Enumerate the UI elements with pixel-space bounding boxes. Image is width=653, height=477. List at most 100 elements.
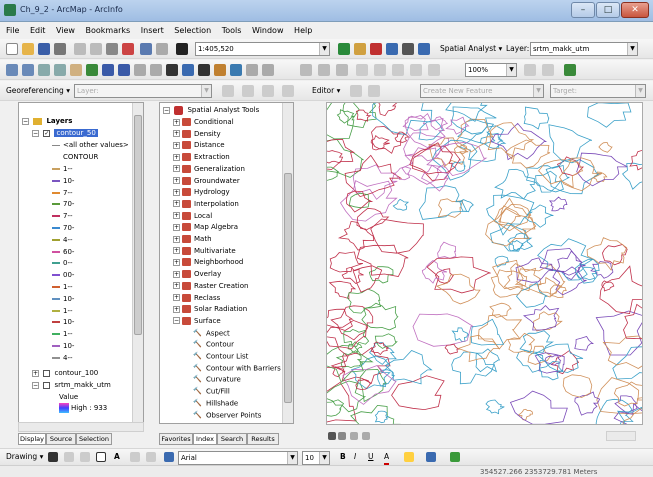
pan-icon[interactable] — [70, 64, 82, 76]
layer-visibility-checkbox[interactable]: ✓ — [43, 129, 51, 137]
focus-data-frame-icon[interactable] — [542, 64, 554, 76]
collapse-icon[interactable]: − — [173, 317, 180, 325]
tab-favorites[interactable]: Favorites — [159, 433, 193, 445]
toolset-item[interactable]: + Reclass — [173, 293, 220, 304]
measure-icon[interactable] — [214, 64, 226, 76]
drawing-menu[interactable]: Drawing ▾ — [6, 451, 43, 463]
scrollbar-thumb[interactable] — [134, 115, 142, 335]
expand-icon[interactable]: + — [173, 165, 180, 173]
select-elements-arrow-icon[interactable] — [48, 452, 58, 462]
expand-icon[interactable]: + — [173, 305, 180, 313]
new-document-icon[interactable] — [6, 43, 18, 55]
save-icon[interactable] — [38, 43, 50, 55]
fixed-zoom-out-icon[interactable] — [54, 64, 66, 76]
expand-icon[interactable]: + — [173, 247, 180, 255]
collapse-icon[interactable]: − — [32, 381, 39, 389]
marker-color-icon[interactable] — [450, 452, 460, 462]
model-builder-icon[interactable] — [402, 43, 414, 55]
pause-drawing-icon[interactable] — [362, 432, 370, 440]
surface-tool-item[interactable]: 🔨 Cut/Fill — [193, 386, 230, 397]
menu-file[interactable]: File — [6, 23, 19, 38]
surface-tool-item[interactable]: 🔨 Curvature — [193, 374, 241, 385]
toolset-item[interactable]: + Extraction — [173, 152, 230, 163]
layer-contour-100[interactable]: + contour_100 — [32, 368, 98, 379]
toolset-item[interactable]: + Local — [173, 211, 212, 222]
toolset-item[interactable]: + Hydrology — [173, 187, 230, 198]
expand-icon[interactable]: + — [173, 141, 180, 149]
cut-icon[interactable] — [74, 43, 86, 55]
expand-icon[interactable]: + — [173, 258, 180, 266]
sketch-tool-icon[interactable] — [368, 85, 380, 97]
underline-button[interactable]: U — [368, 451, 374, 463]
toolset-item[interactable]: + Interpolation — [173, 199, 239, 210]
arctoolbox-vertical-scrollbar[interactable] — [282, 103, 293, 423]
paste-icon[interactable] — [106, 43, 118, 55]
zoom-to-selected-icon[interactable] — [80, 452, 90, 462]
print-icon[interactable] — [54, 43, 66, 55]
close-button[interactable]: ✕ — [621, 2, 649, 18]
tab-selection[interactable]: Selection — [76, 433, 112, 445]
shift-icon[interactable] — [242, 85, 254, 97]
expand-icon[interactable]: + — [173, 188, 180, 196]
toolset-item[interactable]: + Neighborhood — [173, 257, 243, 268]
zoom-100-percent-icon[interactable] — [392, 64, 404, 76]
toggle-draft-mode-icon[interactable] — [524, 64, 536, 76]
rotate-icon[interactable] — [222, 85, 234, 97]
edit-tool-icon[interactable] — [350, 85, 362, 97]
font-color-picker-icon[interactable] — [164, 452, 174, 462]
open-folder-icon[interactable] — [22, 43, 34, 55]
layout-tool-icon[interactable] — [300, 64, 312, 76]
layer-visibility-checkbox[interactable] — [43, 369, 51, 377]
toolset-item[interactable]: + Density — [173, 129, 221, 140]
expand-icon[interactable]: + — [173, 118, 180, 126]
whats-this-help-icon[interactable] — [418, 43, 430, 55]
layers-data-frame[interactable]: − Layers — [22, 116, 72, 127]
toolset-item[interactable]: + Overlay — [173, 269, 221, 280]
tab-display[interactable]: Display — [18, 433, 46, 445]
toolset-item[interactable]: + Math — [173, 234, 212, 245]
expand-icon[interactable]: + — [173, 223, 180, 231]
toc-horizontal-scrollbar[interactable] — [18, 422, 144, 432]
menu-insert[interactable]: Insert — [141, 23, 164, 38]
refresh-view-icon[interactable] — [350, 432, 358, 440]
layer-visibility-checkbox[interactable] — [43, 381, 51, 389]
view-link-table-icon[interactable] — [282, 85, 294, 97]
toolset-item[interactable]: − Surface — [173, 316, 221, 327]
zoom-whole-page-icon[interactable] — [374, 64, 386, 76]
table-of-contents-icon[interactable] — [354, 43, 366, 55]
select-features-icon[interactable] — [134, 64, 146, 76]
expand-icon[interactable]: + — [173, 153, 180, 161]
menu-view[interactable]: View — [56, 23, 75, 38]
toolset-item[interactable]: + Conditional — [173, 117, 234, 128]
change-layout-icon[interactable] — [564, 64, 576, 76]
tab-source[interactable]: Source — [46, 433, 76, 445]
surface-tool-item[interactable]: 🔨 Contour — [193, 339, 234, 350]
edit-vertices-icon[interactable] — [130, 452, 140, 462]
spatial-analyst-menu[interactable]: Spatial Analyst ▾ — [440, 43, 502, 55]
layout-pan-icon[interactable] — [356, 64, 368, 76]
spatial-analyst-toolbox[interactable]: − Spatial Analyst Tools — [163, 105, 259, 116]
bold-button[interactable]: B — [340, 451, 346, 463]
italic-button[interactable]: I — [354, 451, 356, 463]
add-data-icon[interactable] — [176, 43, 188, 55]
collapse-icon[interactable]: − — [32, 129, 39, 137]
data-view-icon[interactable] — [328, 432, 336, 440]
zoom-in-icon[interactable] — [6, 64, 18, 76]
arctoolbox-icon[interactable] — [370, 43, 382, 55]
toolset-item[interactable]: + Raster Creation — [173, 281, 248, 292]
maximize-button[interactable]: □ — [596, 2, 620, 18]
surface-tool-item[interactable]: 🔨 Observer Points — [193, 410, 261, 421]
tab-results[interactable]: Results — [247, 433, 279, 445]
redo-icon[interactable] — [156, 43, 168, 55]
clear-selection-icon[interactable] — [150, 64, 162, 76]
spatial-analyst-layer-combo[interactable]: srtm_makk_utm ▼ — [530, 42, 638, 56]
collapse-icon[interactable]: − — [22, 117, 29, 125]
add-control-points-icon[interactable] — [262, 85, 274, 97]
contour-map-canvas[interactable] — [327, 103, 643, 425]
rotate-element-icon[interactable] — [64, 452, 74, 462]
layer-srtm-makk-utm[interactable]: − srtm_makk_utm — [32, 380, 111, 391]
time-slider-icon[interactable] — [246, 64, 258, 76]
toc-vertical-scrollbar[interactable] — [132, 103, 143, 423]
back-layout-icon[interactable] — [428, 64, 440, 76]
fixed-zoom-in-icon[interactable] — [38, 64, 50, 76]
